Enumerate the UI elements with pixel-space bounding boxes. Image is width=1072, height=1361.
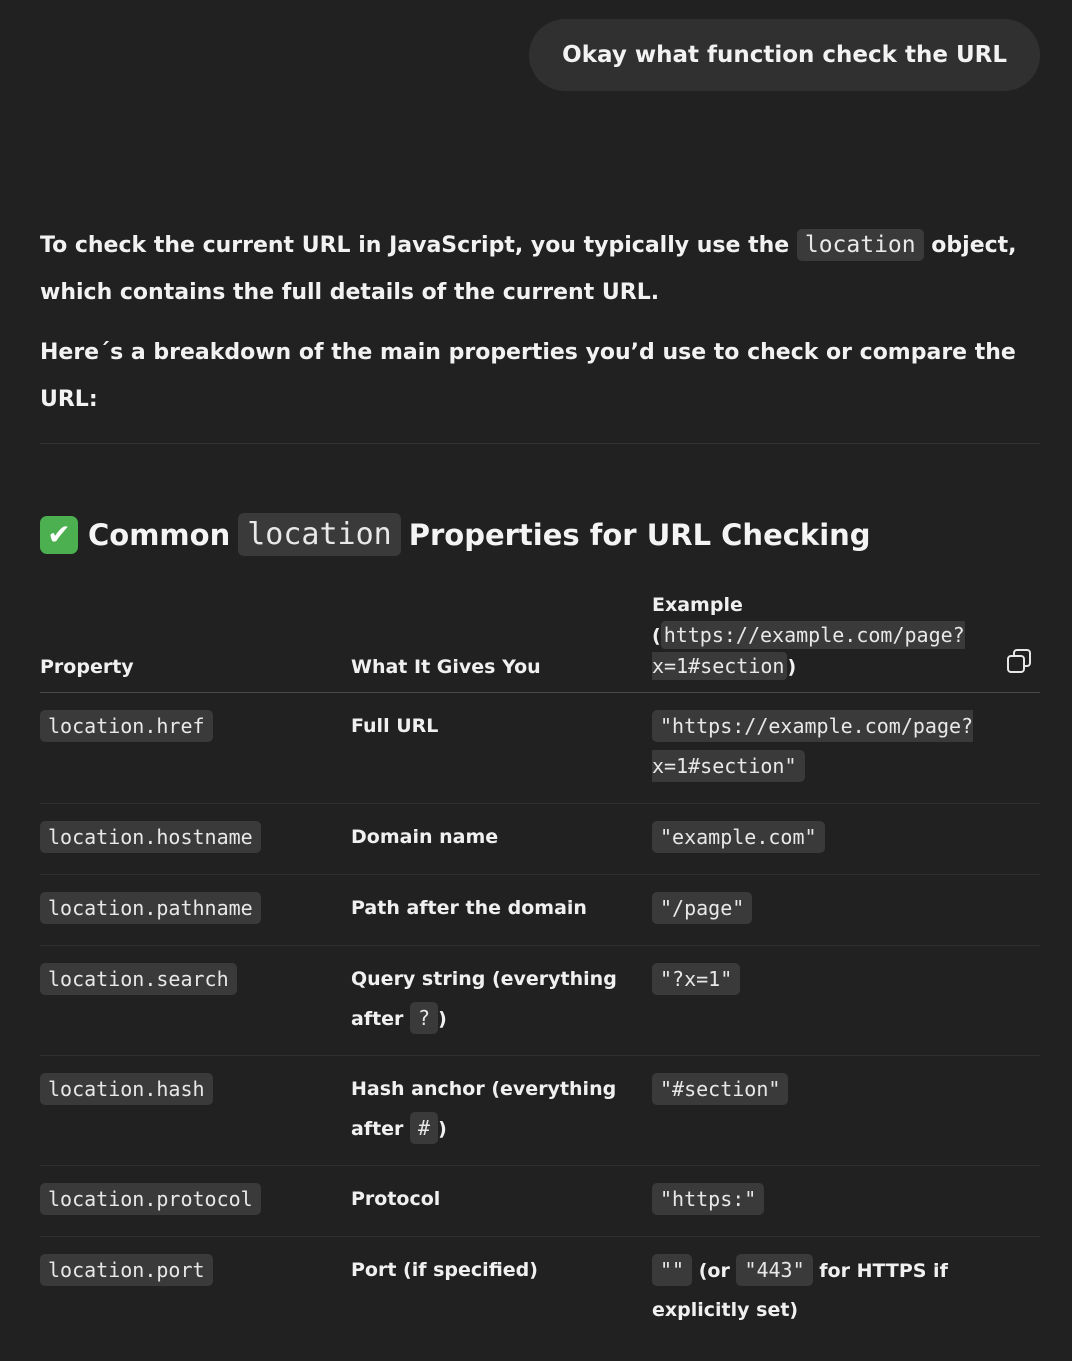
gives-text: Query string (everything after (351, 968, 617, 1030)
gives-text-after: ) (438, 1118, 447, 1140)
section-divider (40, 443, 1040, 444)
cell-example: "https://example.com/page?x=1#section" (652, 692, 1040, 804)
check-mark-icon: ✔ (40, 515, 78, 554)
cell-gives: Hash anchor (everything after #) (351, 1055, 652, 1166)
gives-text-after: ) (438, 1008, 447, 1030)
gives-code: ? (410, 1002, 439, 1034)
cell-property: location.port (40, 1237, 351, 1347)
gives-code: # (410, 1112, 439, 1144)
cell-example: "?x=1" (652, 945, 1040, 1056)
example-code: "https://example.com/page?x=1#section" (652, 710, 974, 782)
cell-gives: Port (if specified) (351, 1259, 538, 1281)
intro-location-code: location (796, 229, 924, 261)
example-code: "example.com" (652, 821, 825, 853)
example-code: "#section" (652, 1073, 789, 1105)
table-row: location.pathname Path after the domain … (40, 874, 1040, 946)
chat-page: Okay what function check the URL To chec… (0, 0, 1072, 1361)
user-message-bubble: Okay what function check the URL (529, 19, 1040, 91)
heading-location-code: location (238, 513, 401, 556)
header-example-open: ( (652, 625, 661, 647)
breakdown-paragraph: Here´s a breakdown of the main propertie… (40, 340, 1016, 412)
assistant-answer: To check the current URL in JavaScript, … (40, 222, 1040, 423)
property-code: location.href (40, 710, 213, 742)
example-code: "" (652, 1254, 693, 1286)
cell-property: location.search (40, 945, 351, 1056)
header-example-close: ) (787, 656, 797, 678)
example-code: "/page" (652, 892, 753, 924)
example-code: "?x=1" (652, 963, 741, 995)
cell-gives: Full URL (351, 692, 652, 804)
example-code-443: "443" (736, 1254, 813, 1286)
heading-text-before: Common (88, 517, 231, 552)
property-code: location.pathname (40, 892, 261, 924)
cell-example: "https:" (652, 1165, 1040, 1237)
table-row: location.hash Hash anchor (everything af… (40, 1055, 1040, 1166)
cell-example: "#section" (652, 1055, 1040, 1166)
header-example-label: Example (652, 594, 743, 616)
header-example-code: https://example.com/page?x=1#section (652, 621, 965, 680)
cell-example: "/page" (652, 874, 1040, 946)
cell-property: location.pathname (40, 874, 351, 946)
table-row: location.protocol Protocol "https:" (40, 1165, 1040, 1237)
intro-text-before: To check the current URL in JavaScript, … (40, 233, 797, 258)
property-code: location.hostname (40, 821, 261, 853)
property-code: location.search (40, 963, 237, 995)
header-property: Property (40, 590, 351, 693)
properties-table-container: Property What It Gives You Example (https… (40, 590, 1040, 1346)
table-row: location.href Full URL "https://example.… (40, 692, 1040, 804)
user-message-text: Okay what function check the URL (562, 42, 1007, 68)
cell-property: location.hostname (40, 803, 351, 875)
cell-example: "example.com" (652, 803, 1040, 875)
copy-icon[interactable] (1006, 648, 1032, 674)
table-row: location.hostname Domain name "example.c… (40, 803, 1040, 875)
header-example: Example (https://example.com/page?x=1#sec… (652, 590, 1040, 693)
section-heading: ✔ Common location Properties for URL Chec… (40, 513, 871, 556)
property-code: location.hash (40, 1073, 213, 1105)
heading-text-after: Properties for URL Checking (408, 517, 871, 552)
properties-table: Property What It Gives You Example (https… (40, 590, 1040, 1346)
intro-paragraph: To check the current URL in JavaScript, … (40, 222, 1040, 316)
gives-text: Hash anchor (everything after (351, 1078, 617, 1140)
example-code: "https:" (652, 1183, 765, 1215)
cell-property: location.protocol (40, 1165, 351, 1237)
table-row: location.search Query string (everything… (40, 945, 1040, 1056)
cell-gives: Query string (everything after ?) (351, 945, 652, 1056)
table-row: location.port Port (if specified) "" (or… (40, 1237, 1040, 1347)
cell-property: location.href (40, 692, 351, 804)
header-gives: What It Gives You (351, 590, 652, 693)
property-code: location.port (40, 1254, 213, 1286)
cell-example: "" (or "443" for HTTPS if explicitly set… (652, 1237, 1040, 1347)
table-header-row: Property What It Gives You Example (https… (40, 590, 1040, 693)
property-code: location.protocol (40, 1183, 261, 1215)
cell-gives: Protocol (351, 1165, 652, 1237)
cell-gives: Path after the domain (351, 874, 652, 946)
cell-property: location.hash (40, 1055, 351, 1166)
cell-gives: Domain name (351, 803, 652, 875)
example-text: (or (692, 1260, 737, 1282)
